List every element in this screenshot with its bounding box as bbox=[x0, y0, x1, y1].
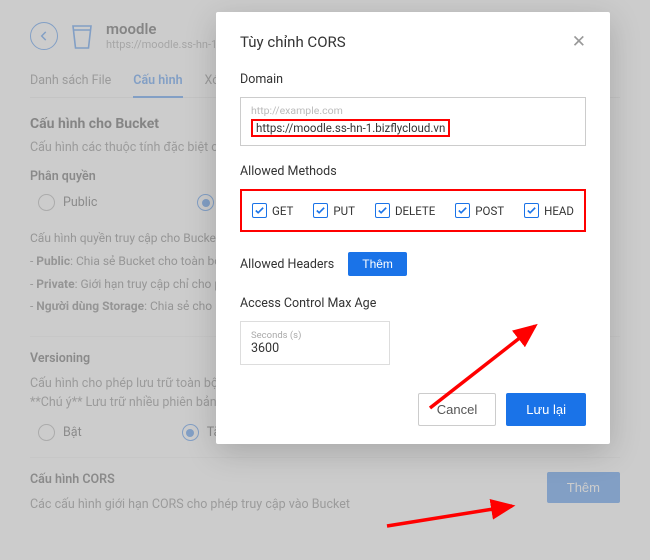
headers-label: Allowed Headers bbox=[240, 257, 334, 272]
domain-label: Domain bbox=[240, 72, 586, 87]
cors-modal: Tùy chỉnh CORS ✕ Domain http://example.c… bbox=[216, 12, 610, 444]
domain-placeholder: http://example.com bbox=[251, 104, 575, 117]
check-icon bbox=[313, 203, 328, 218]
check-icon bbox=[252, 203, 267, 218]
check-icon bbox=[455, 203, 470, 218]
save-button[interactable]: Lưu lại bbox=[506, 393, 586, 426]
headers-add-button[interactable]: Thêm bbox=[348, 252, 407, 276]
modal-title: Tùy chỉnh CORS bbox=[240, 33, 346, 51]
cancel-button[interactable]: Cancel bbox=[418, 393, 496, 426]
close-icon[interactable]: ✕ bbox=[572, 32, 586, 52]
chk-head[interactable]: HEAD bbox=[524, 203, 574, 218]
maxage-value: 3600 bbox=[251, 341, 379, 356]
domain-input[interactable]: http://example.com https://moodle.ss-hn-… bbox=[240, 97, 586, 146]
chk-put[interactable]: PUT bbox=[313, 203, 355, 218]
maxage-unit: Seconds (s) bbox=[251, 330, 379, 341]
check-icon bbox=[524, 203, 539, 218]
check-icon bbox=[375, 203, 390, 218]
chk-delete[interactable]: DELETE bbox=[375, 203, 435, 218]
chk-post[interactable]: POST bbox=[455, 203, 504, 218]
methods-label: Allowed Methods bbox=[240, 164, 586, 179]
domain-value: https://moodle.ss-hn-1.bizflycloud.vn bbox=[251, 119, 450, 137]
methods-box: GET PUT DELETE POST HEAD bbox=[240, 189, 586, 232]
chk-get[interactable]: GET bbox=[252, 203, 293, 218]
maxage-input[interactable]: Seconds (s) 3600 bbox=[240, 321, 390, 365]
maxage-label: Access Control Max Age bbox=[240, 296, 586, 311]
